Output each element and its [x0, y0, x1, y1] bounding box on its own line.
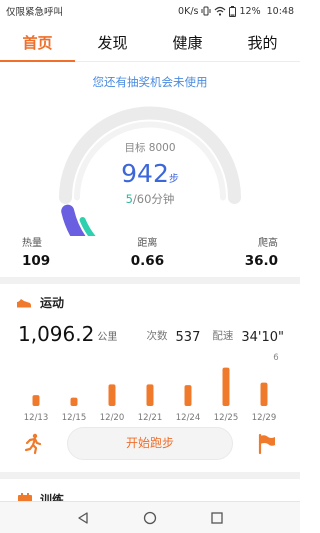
stat-climb-label: 爬高 [258, 238, 278, 249]
chart-tick-label: 12/29 [252, 413, 277, 423]
chart-tick-label: 12/20 [100, 413, 125, 423]
home-icon[interactable] [143, 511, 157, 525]
stat-calories: 热量 109 [22, 234, 50, 274]
chart-bar-12-13 [32, 395, 40, 406]
chart-bar-12-24 [184, 385, 192, 406]
clock: 10:48 [266, 5, 294, 17]
total-distance-unit: 公里 [97, 332, 118, 343]
pace-value: 34'10" [241, 330, 284, 345]
status-indicators: 0K/s 12% 10:48 [178, 5, 294, 17]
chart-bar-12-21 [146, 384, 154, 406]
status-bar: 仅限紧急呼叫 0K/s 12% 10:48 [0, 0, 300, 22]
sport-metrics: 次数 537 配速 34'10" [147, 328, 284, 346]
chart-bar-12-25 [222, 367, 230, 406]
flag-icon[interactable] [256, 433, 278, 459]
chart-tick-label: 12/13 [24, 413, 49, 423]
pace-label: 配速 [212, 330, 234, 342]
network-speed: 0K/s [178, 5, 199, 17]
sport-summary: 1,096.2 公里 次数 537 配速 34'10" [18, 316, 284, 346]
system-nav-bar [0, 501, 300, 533]
tab-mine[interactable]: 我的 [225, 26, 300, 61]
active-minutes-done: 5 [125, 192, 133, 206]
stat-distance: 距离 0.66 [131, 234, 164, 274]
section-divider-2 [0, 472, 300, 479]
gauge-center: 目标 8000 942步 5/60分钟 [0, 140, 300, 207]
back-icon[interactable] [76, 511, 90, 525]
active-minutes-total: /60分钟 [132, 192, 175, 206]
chart-tick-label: 12/15 [62, 413, 87, 423]
lottery-notice-link[interactable]: 您还有抽奖机会未使用 [0, 74, 300, 90]
chart-tick-label: 12/24 [176, 413, 201, 423]
stat-distance-label: 距离 [137, 238, 158, 249]
sport-actions: 开始跑步 [0, 425, 300, 463]
chart-bar-12-29 [260, 382, 268, 406]
chart-bar-12-20 [108, 384, 116, 406]
wifi-icon [214, 6, 226, 16]
shoe-icon [16, 293, 32, 312]
sport-header[interactable]: 运动 [16, 293, 64, 312]
count-label: 次数 [146, 330, 168, 342]
sport-title: 运动 [40, 296, 65, 310]
step-count: 942步 [0, 159, 300, 188]
battery-icon [229, 5, 237, 17]
step-count-unit: 步 [168, 174, 179, 185]
chart-max-label: 6 [273, 353, 278, 363]
battery-percent: 12% [239, 5, 261, 17]
sport-bar-chart: 6 12/13 12/15 12/20 12/21 12/24 12/25 12/29 [24, 353, 279, 423]
active-minutes: 5/60分钟 [0, 191, 300, 207]
total-distance: 1,096.2 [18, 322, 95, 346]
tab-home[interactable]: 首页 [0, 26, 75, 62]
chart-tick-label: 12/21 [138, 413, 163, 423]
step-goal: 目标 8000 [124, 142, 176, 154]
stat-climb-value: 36.0 [244, 253, 278, 269]
section-divider [0, 277, 300, 284]
stat-climb: 爬高 36.0 [245, 234, 278, 274]
runner-icon[interactable] [22, 433, 44, 459]
chart-tick-label: 12/25 [214, 413, 239, 423]
start-running-button[interactable]: 开始跑步 [67, 427, 233, 460]
chart-bar-12-15 [70, 397, 78, 406]
top-tabs: 首页 发现 健康 我的 [0, 26, 300, 62]
count-value: 537 [175, 330, 201, 345]
tab-health[interactable]: 健康 [150, 26, 225, 61]
stat-distance-value: 0.66 [130, 253, 165, 269]
step-count-value: 942 [121, 159, 169, 188]
vibrate-icon [201, 6, 211, 16]
tab-discover[interactable]: 发现 [75, 26, 150, 61]
stat-calories-value: 109 [22, 253, 51, 269]
stat-calories-label: 热量 [22, 238, 42, 249]
carrier-text: 仅限紧急呼叫 [6, 7, 64, 18]
recents-icon[interactable] [210, 511, 224, 525]
daily-stats: 热量 109 距离 0.66 爬高 36.0 [0, 234, 300, 274]
